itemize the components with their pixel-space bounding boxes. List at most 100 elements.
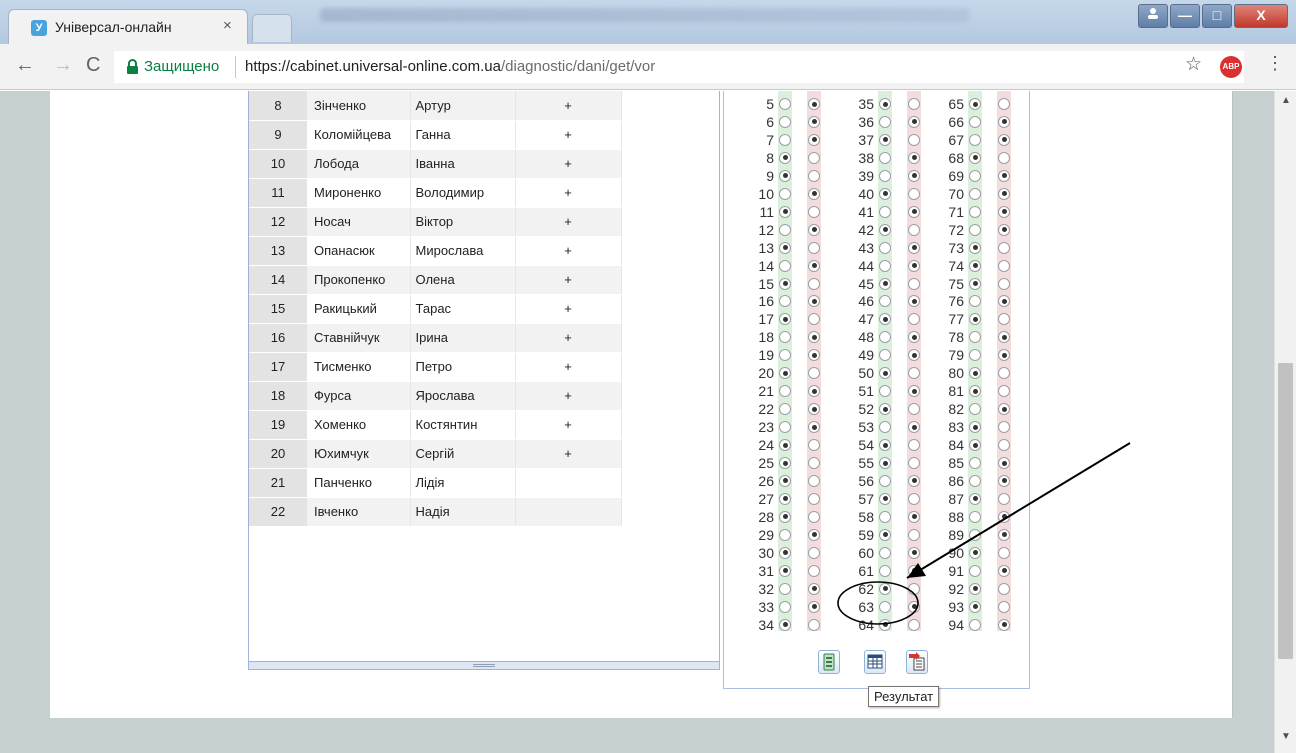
- answer-radio-no[interactable]: [808, 349, 820, 362]
- answer-radio-no[interactable]: [998, 582, 1010, 595]
- answer-radio-no[interactable]: [998, 205, 1010, 218]
- tab-close-icon[interactable]: ×: [223, 17, 232, 34]
- answer-radio-no[interactable]: [908, 403, 920, 416]
- answer-radio-yes[interactable]: [879, 600, 891, 613]
- answer-radio-yes[interactable]: [779, 98, 791, 110]
- answer-radio-yes[interactable]: [779, 474, 791, 487]
- answer-radio-no[interactable]: [808, 98, 820, 110]
- table-row[interactable]: 15 Ракицький Тарас +: [249, 294, 622, 324]
- answer-radio-yes[interactable]: [779, 133, 791, 146]
- answer-radio-no[interactable]: [998, 528, 1010, 541]
- table-view-button[interactable]: [864, 650, 886, 674]
- answer-radio-yes[interactable]: [779, 403, 791, 416]
- answer-radio-yes[interactable]: [969, 600, 981, 613]
- answer-radio-no[interactable]: [998, 241, 1010, 254]
- answer-radio-yes[interactable]: [969, 439, 981, 452]
- answer-radio-no[interactable]: [908, 600, 920, 613]
- answer-radio-no[interactable]: [998, 600, 1010, 613]
- answer-radio-no[interactable]: [998, 295, 1010, 308]
- vertical-scrollbar[interactable]: ▲ ▼: [1274, 91, 1296, 753]
- answer-radio-yes[interactable]: [969, 241, 981, 254]
- answer-radio-no[interactable]: [998, 187, 1010, 200]
- answer-radio-yes[interactable]: [879, 564, 891, 577]
- answer-radio-no[interactable]: [998, 349, 1010, 362]
- answer-radio-no[interactable]: [908, 439, 920, 452]
- answer-radio-no[interactable]: [808, 618, 820, 631]
- answer-radio-yes[interactable]: [969, 169, 981, 182]
- answer-radio-no[interactable]: [808, 241, 820, 254]
- answer-radio-no[interactable]: [998, 510, 1010, 523]
- answer-radio-no[interactable]: [998, 151, 1010, 164]
- answer-radio-yes[interactable]: [969, 510, 981, 523]
- table-row[interactable]: 21 Панченко Лідія: [249, 468, 622, 498]
- answer-radio-yes[interactable]: [969, 133, 981, 146]
- answer-radio-yes[interactable]: [969, 564, 981, 577]
- answer-radio-yes[interactable]: [879, 223, 891, 236]
- answer-radio-yes[interactable]: [779, 259, 791, 272]
- answer-radio-no[interactable]: [808, 528, 820, 541]
- answer-radio-no[interactable]: [908, 546, 920, 559]
- answer-radio-no[interactable]: [998, 385, 1010, 398]
- table-row[interactable]: 16 Ставнійчук Ірина +: [249, 323, 622, 353]
- answer-radio-yes[interactable]: [879, 98, 891, 110]
- answer-radio-yes[interactable]: [779, 295, 791, 308]
- answer-radio-yes[interactable]: [969, 582, 981, 595]
- adblock-icon[interactable]: ABP: [1220, 56, 1242, 78]
- answer-radio-no[interactable]: [908, 205, 920, 218]
- answer-radio-no[interactable]: [908, 385, 920, 398]
- answer-radio-no[interactable]: [908, 295, 920, 308]
- answer-radio-yes[interactable]: [969, 474, 981, 487]
- table-row[interactable]: 13 Опанасюк Мирослава +: [249, 236, 622, 266]
- answer-radio-no[interactable]: [998, 133, 1010, 146]
- answer-radio-no[interactable]: [908, 457, 920, 469]
- answer-radio-yes[interactable]: [879, 528, 891, 541]
- answer-radio-no[interactable]: [998, 115, 1010, 128]
- answer-radio-no[interactable]: [998, 259, 1010, 272]
- answer-radio-no[interactable]: [808, 367, 820, 380]
- answer-radio-yes[interactable]: [879, 187, 891, 200]
- answer-radio-no[interactable]: [908, 618, 920, 631]
- answer-radio-no[interactable]: [808, 600, 820, 613]
- answer-radio-yes[interactable]: [779, 492, 791, 505]
- answer-radio-yes[interactable]: [969, 295, 981, 308]
- answer-radio-yes[interactable]: [969, 331, 981, 344]
- answer-radio-yes[interactable]: [779, 439, 791, 452]
- answer-radio-no[interactable]: [808, 474, 820, 487]
- answer-radio-no[interactable]: [998, 564, 1010, 577]
- answer-radio-no[interactable]: [998, 223, 1010, 236]
- answer-radio-no[interactable]: [808, 582, 820, 595]
- answer-radio-yes[interactable]: [879, 618, 891, 631]
- answer-radio-yes[interactable]: [779, 331, 791, 344]
- answer-radio-yes[interactable]: [969, 313, 981, 326]
- answer-radio-no[interactable]: [808, 169, 820, 182]
- answer-radio-yes[interactable]: [779, 421, 791, 434]
- answer-radio-yes[interactable]: [779, 510, 791, 523]
- answer-radio-yes[interactable]: [879, 115, 891, 128]
- answer-radio-yes[interactable]: [779, 367, 791, 380]
- answer-radio-no[interactable]: [908, 133, 920, 146]
- answer-radio-yes[interactable]: [879, 385, 891, 398]
- answer-radio-yes[interactable]: [779, 385, 791, 398]
- url-text[interactable]: https://cabinet.universal-online.com.ua/…: [245, 58, 655, 75]
- answer-radio-yes[interactable]: [879, 349, 891, 362]
- answer-radio-no[interactable]: [808, 313, 820, 326]
- result-button[interactable]: [906, 650, 928, 674]
- answer-radio-yes[interactable]: [779, 528, 791, 541]
- answer-radio-yes[interactable]: [969, 115, 981, 128]
- answer-radio-no[interactable]: [908, 349, 920, 362]
- answer-radio-yes[interactable]: [969, 618, 981, 631]
- table-row[interactable]: 19 Хоменко Костянтин +: [249, 410, 622, 440]
- back-arrow-icon[interactable]: ←: [15, 54, 35, 77]
- answer-radio-yes[interactable]: [969, 367, 981, 380]
- answer-radio-no[interactable]: [908, 241, 920, 254]
- star-icon[interactable]: ☆: [1185, 53, 1202, 76]
- answer-radio-no[interactable]: [808, 546, 820, 559]
- answer-radio-no[interactable]: [808, 223, 820, 236]
- answer-radio-no[interactable]: [808, 205, 820, 218]
- answer-radio-yes[interactable]: [779, 277, 791, 290]
- answer-radio-no[interactable]: [998, 474, 1010, 487]
- answer-radio-yes[interactable]: [879, 403, 891, 416]
- answer-radio-no[interactable]: [908, 313, 920, 326]
- answer-radio-no[interactable]: [808, 115, 820, 128]
- answer-radio-yes[interactable]: [969, 385, 981, 398]
